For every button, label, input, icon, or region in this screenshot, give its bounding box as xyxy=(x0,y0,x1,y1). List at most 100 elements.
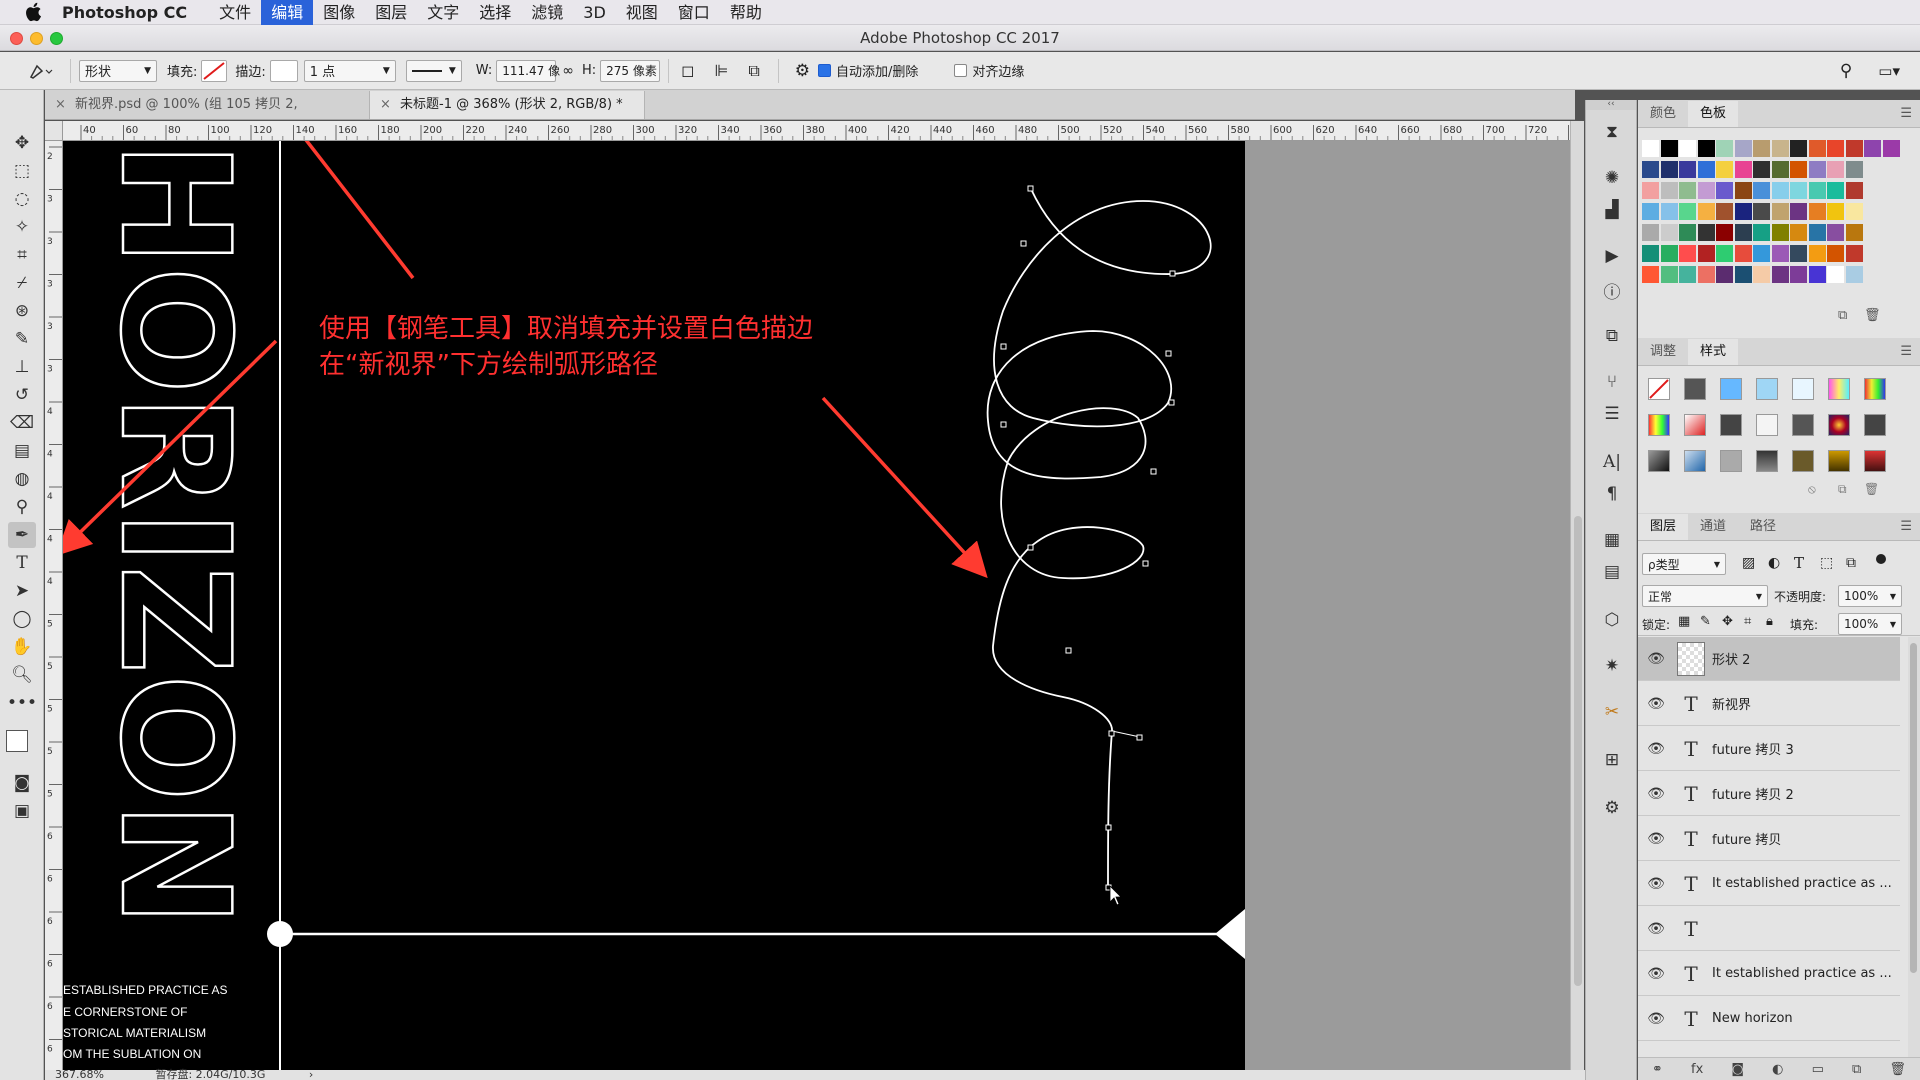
style-swatch[interactable] xyxy=(1756,450,1778,472)
color-swatch[interactable] xyxy=(1679,266,1696,283)
zoom-window-button[interactable] xyxy=(50,32,63,45)
layer-name[interactable]: future 拷贝 3 xyxy=(1712,739,1794,758)
eyedropper-tool-icon[interactable]: ⌿ xyxy=(8,270,36,296)
lock-transparent-icon[interactable]: ▦ xyxy=(1678,614,1690,629)
style-swatch[interactable] xyxy=(1720,378,1742,400)
align-edges-checkbox[interactable] xyxy=(954,64,968,77)
color-swatch[interactable] xyxy=(1845,161,1863,178)
tab-swatches[interactable]: 色板 xyxy=(1688,101,1739,127)
color-swatch[interactable] xyxy=(1660,266,1678,283)
color-swatch[interactable] xyxy=(1771,182,1789,199)
tab-document-1[interactable]: × 新视界.psd @ 100% (组 105 拷贝 2, RGB/8#) xyxy=(45,91,370,140)
vertical-scrollbar[interactable] xyxy=(1570,121,1584,1070)
color-swatch[interactable] xyxy=(1771,203,1789,220)
menu-window[interactable]: 窗口 xyxy=(668,0,720,25)
menu-layer[interactable]: 图层 xyxy=(365,0,417,25)
color-swatch[interactable] xyxy=(1864,140,1881,157)
close-window-button[interactable] xyxy=(10,32,23,45)
color-swatch[interactable] xyxy=(1808,266,1826,283)
collapse-dock-icon[interactable]: ‹‹ xyxy=(1586,100,1636,110)
vertical-ruler[interactable]: 23333344444555556666666 xyxy=(45,141,63,1070)
filter-adjustment-icon[interactable]: ◐ xyxy=(1768,555,1780,571)
color-swatch[interactable] xyxy=(1771,245,1789,262)
layers-scrollbar[interactable] xyxy=(1908,637,1920,1057)
color-swatch[interactable] xyxy=(1753,182,1770,199)
visibility-eye-icon[interactable]: 👁︎ xyxy=(1642,921,1670,937)
stroke-type-select[interactable]: ▼ xyxy=(405,59,462,82)
visibility-eye-icon[interactable]: 👁︎ xyxy=(1642,966,1670,982)
trash-icon[interactable]: 🗑︎ xyxy=(1889,1062,1906,1077)
style-swatch[interactable] xyxy=(1756,414,1778,436)
fill-swatch[interactable] xyxy=(201,59,228,82)
color-swatch[interactable] xyxy=(1771,224,1789,241)
lock-brush-icon[interactable]: ✎ xyxy=(1700,614,1711,629)
visibility-eye-icon[interactable]: 👁︎ xyxy=(1642,831,1670,847)
style-swatch[interactable] xyxy=(1648,414,1670,436)
color-swatch[interactable] xyxy=(1808,161,1826,178)
color-swatch[interactable] xyxy=(1845,224,1863,241)
blur-tool-icon[interactable]: ◍ xyxy=(8,466,36,492)
layer-row[interactable]: 👁︎ Tfuture 拷贝 3 xyxy=(1638,727,1900,771)
color-swatch[interactable] xyxy=(1642,203,1659,220)
fill-field[interactable]: 100% ▼ xyxy=(1838,613,1902,635)
style-swatch[interactable] xyxy=(1720,450,1742,472)
workspace-icon[interactable]: ▭▾ xyxy=(1878,62,1900,80)
close-icon[interactable]: × xyxy=(55,91,66,119)
visibility-eye-icon[interactable]: 👁︎ xyxy=(1642,741,1670,757)
character-icon[interactable]: A| xyxy=(1600,450,1624,474)
notes-icon[interactable]: ▤ xyxy=(1600,560,1624,584)
style-swatch[interactable] xyxy=(1684,450,1706,472)
lock-artboard-icon[interactable]: ⌗ xyxy=(1744,614,1751,629)
color-swatch[interactable] xyxy=(1697,203,1715,220)
style-none[interactable] xyxy=(1648,378,1670,400)
color-swatch[interactable] xyxy=(1642,245,1659,262)
menu-filter[interactable]: 滤镜 xyxy=(521,0,573,25)
color-swatch[interactable] xyxy=(1660,161,1678,178)
history-brush-icon[interactable]: ↺ xyxy=(8,382,36,408)
layer-row[interactable]: 👁︎ Tfuture 拷贝 xyxy=(1638,817,1900,861)
color-swatch[interactable] xyxy=(1642,161,1659,178)
color-swatch[interactable] xyxy=(1734,245,1752,262)
color-swatch[interactable] xyxy=(1771,140,1789,157)
timeline-icon[interactable]: ⊞ xyxy=(1600,748,1624,772)
new-layer-icon[interactable]: ⧉ xyxy=(1852,1062,1861,1077)
color-swatch[interactable] xyxy=(1827,245,1844,262)
color-swatch[interactable] xyxy=(1790,266,1807,283)
style-swatch[interactable] xyxy=(1864,450,1886,472)
layer-name[interactable]: It established practice as ... xyxy=(1712,876,1892,891)
style-swatch[interactable] xyxy=(1756,378,1778,400)
color-swatch[interactable] xyxy=(1827,140,1844,157)
new-style-icon[interactable]: ⧉ xyxy=(1838,482,1847,497)
layer-row[interactable]: 👁︎ T It established practice as ... xyxy=(1638,862,1900,906)
tab-styles[interactable]: 样式 xyxy=(1688,339,1739,365)
navigator-icon[interactable]: ✺ xyxy=(1600,166,1624,190)
color-swatch[interactable] xyxy=(1716,182,1733,199)
filter-type-icon[interactable]: T xyxy=(1794,554,1804,572)
lasso-tool-icon[interactable]: ◌ xyxy=(8,186,36,212)
lock-position-icon[interactable]: ✥ xyxy=(1722,614,1733,629)
menu-help[interactable]: 帮助 xyxy=(720,0,772,25)
more-tools-icon[interactable]: ••• xyxy=(7,690,37,716)
gradient-tool-icon[interactable]: ▤ xyxy=(8,438,36,464)
color-swatch[interactable] xyxy=(1697,224,1715,241)
color-swatch[interactable] xyxy=(1790,224,1807,241)
color-swatch[interactable] xyxy=(1790,140,1807,157)
scroll-thumb[interactable] xyxy=(1574,516,1582,986)
tool-preset-picker[interactable] xyxy=(20,60,62,82)
color-swatch[interactable] xyxy=(1790,161,1807,178)
style-swatch[interactable] xyxy=(1828,414,1850,436)
color-swatch[interactable] xyxy=(1642,224,1659,241)
scroll-thumb[interactable] xyxy=(1910,643,1917,973)
color-swatch[interactable] xyxy=(1827,266,1844,283)
layer-row[interactable]: 👁︎ T 新视界 xyxy=(1638,682,1900,726)
layer-name[interactable]: future 拷贝 2 xyxy=(1712,784,1794,803)
zoom-tool-icon[interactable]: 🔍︎ xyxy=(8,662,36,688)
path-alignment-icon[interactable]: ⊫ xyxy=(714,61,728,80)
tab-adjustments[interactable]: 调整 xyxy=(1638,339,1688,365)
color-swatch[interactable] xyxy=(1734,182,1752,199)
history-icon[interactable]: ⧗ xyxy=(1600,120,1624,144)
color-swatch[interactable] xyxy=(1660,203,1678,220)
color-swatch[interactable] xyxy=(1679,161,1696,178)
tab-document-2[interactable]: × 未标题-1 @ 368% (形状 2, RGB/8) * xyxy=(370,91,645,119)
menu-type[interactable]: 文字 xyxy=(417,0,469,25)
